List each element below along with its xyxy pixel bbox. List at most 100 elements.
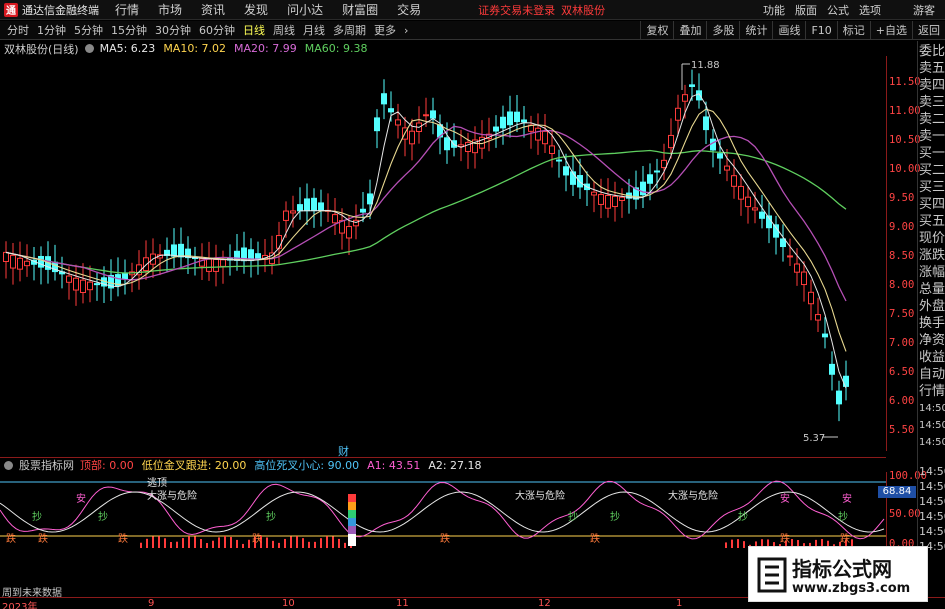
period-multi[interactable]: 多周期 [332, 22, 367, 38]
side-panel-item[interactable]: 买四 [919, 198, 945, 212]
login-status[interactable]: 证券交易未登录 [478, 2, 555, 18]
period-5min[interactable]: 5分钟 [73, 22, 104, 38]
side-panel-item[interactable]: 买一 [919, 147, 945, 161]
candle-body [360, 208, 366, 213]
candlestick-chart[interactable]: 11.88 5.37 [0, 56, 886, 451]
indicator-title[interactable]: 股票指标网 [19, 457, 74, 473]
indicator-settings-icon[interactable] [4, 460, 13, 470]
high-marker: 11.88 [681, 60, 720, 90]
high-price-label: 11.88 [691, 60, 720, 71]
menu-formula[interactable]: 公式 [827, 2, 849, 18]
candle-body [178, 243, 184, 258]
indicator-bar [320, 538, 322, 548]
side-panel-item[interactable]: 总量 [919, 283, 945, 297]
safe-signal-label: 安 [780, 492, 790, 505]
side-panel-item[interactable]: 卖四 [919, 79, 945, 93]
candle-body [703, 116, 709, 131]
side-panel-item[interactable]: 涨跌 [919, 249, 945, 263]
indicator-bar [188, 536, 190, 548]
signal-labels: 抄 抄 抄 抄 抄 抄 抄跌 跌 跌 跌 跌 跌 跌 跌 安 安 安 [6, 492, 852, 545]
indicator-bar [266, 537, 268, 548]
tool-overlay[interactable]: 叠加 [673, 21, 706, 40]
side-panel-item[interactable]: 买五 [919, 215, 945, 229]
side-panel-item[interactable]: 行情 [919, 385, 945, 399]
candle-body [80, 279, 86, 293]
tool-draw-line[interactable]: 画线 [772, 21, 805, 40]
chevron-right-icon[interactable]: › [403, 24, 409, 37]
period-timeshare[interactable]: 分时 [6, 22, 30, 38]
side-panel-item[interactable]: 外盘 [919, 300, 945, 314]
menu-item-news[interactable]: 资讯 [201, 1, 225, 18]
rise-danger-label: 大涨与危险 [668, 489, 718, 502]
indicator-header: 股票指标网 顶部: 0.00 低位金叉跟进: 20.00 高位死叉小心: 90.… [0, 457, 886, 472]
settings-circle-icon[interactable] [84, 44, 94, 53]
menu-function[interactable]: 功能 [763, 2, 785, 18]
menu-options[interactable]: 选项 [859, 2, 881, 18]
indicator-bar [737, 539, 739, 548]
period-60min[interactable]: 60分钟 [198, 22, 236, 38]
side-panel-item[interactable]: 14:50 [919, 419, 945, 433]
indicator-bar [332, 536, 334, 548]
period-daily[interactable]: 日线 [242, 22, 266, 38]
candle-body [759, 211, 765, 219]
side-panel-item[interactable]: 卖三 [919, 96, 945, 110]
side-panel-item[interactable]: 14:50 [919, 402, 945, 416]
candle-body [591, 191, 597, 196]
menu-layout[interactable]: 版面 [795, 2, 817, 18]
indicator-bar [218, 537, 220, 548]
candle-body [388, 108, 394, 113]
side-panel-item[interactable]: 涨幅 [919, 266, 945, 280]
period-weekly[interactable]: 周线 [272, 22, 296, 38]
period-monthly[interactable]: 月线 [302, 22, 326, 38]
candle-body [717, 153, 723, 159]
indicator-value-a2: A2: 27.18 [428, 458, 482, 472]
candle-body [815, 314, 821, 321]
side-panel-item[interactable]: 卖一 [919, 130, 945, 144]
stock-chart-title: 双林股份(日线) [4, 42, 79, 56]
candle-body [122, 273, 128, 280]
rise-danger-label: 大涨与危险 [515, 489, 565, 502]
candle-body [493, 126, 499, 132]
tool-statistics[interactable]: 统计 [739, 21, 772, 40]
side-panel-item[interactable]: 买三 [919, 181, 945, 195]
tool-multi-stock[interactable]: 多股 [706, 21, 739, 40]
price-tick: 6.00 [889, 395, 915, 407]
guest-user[interactable]: 游客 [913, 2, 935, 18]
ma60-label: MA60: 9.38 [304, 42, 368, 55]
side-panel-item[interactable]: 收益 [919, 351, 945, 365]
menu-item-market[interactable]: 市场 [158, 1, 182, 18]
side-panel-item[interactable]: 现价 [919, 232, 945, 246]
tool-mark[interactable]: 标记 [836, 21, 870, 40]
tool-f10[interactable]: F10 [805, 21, 836, 40]
menu-item-wealth[interactable]: 财富圈 [342, 1, 378, 18]
menu-item-quotes[interactable]: 行情 [115, 1, 139, 18]
side-panel-item[interactable]: 卖二 [919, 113, 945, 127]
period-more[interactable]: 更多 [373, 22, 397, 38]
side-panel-item[interactable]: 净资 [919, 334, 945, 348]
side-panel-item[interactable]: 自动 [919, 368, 945, 382]
side-panel-item[interactable]: 委比 [919, 45, 945, 59]
period-30min[interactable]: 30分钟 [154, 22, 192, 38]
side-panel-item[interactable]: 14:50 [919, 436, 945, 450]
side-panel-item[interactable]: 卖五 [919, 62, 945, 76]
period-15min[interactable]: 15分钟 [110, 22, 148, 38]
indicator-bar [725, 542, 727, 548]
indicator-chart[interactable]: 逃顶 大涨与危险 大涨与危险 大涨与危险 抄 抄 抄 抄 抄 抄 抄跌 跌 跌 跌 跌 跌 跌 跌 安 安 安 [0, 472, 886, 550]
time-tick-label: 1 [676, 598, 683, 609]
menu-item-ask[interactable]: 问小达 [287, 1, 323, 18]
menu-item-discover[interactable]: 发现 [244, 1, 268, 18]
tool-add-watchlist[interactable]: +自选 [869, 21, 912, 40]
menu-item-trade[interactable]: 交易 [397, 1, 421, 18]
candle-body [836, 390, 842, 405]
side-panel-item[interactable]: 买二 [919, 164, 945, 178]
period-1min[interactable]: 1分钟 [36, 22, 67, 38]
indicator-side-item: 14:50 [919, 495, 945, 508]
candle-body [304, 198, 310, 212]
side-panel-item[interactable]: 换手 [919, 317, 945, 331]
tool-adjust[interactable]: 复权 [640, 21, 673, 40]
a1-line [0, 480, 885, 540]
candle-body [668, 134, 674, 149]
indicator-bar [290, 536, 292, 548]
indicator-bar [272, 540, 274, 548]
tool-back[interactable]: 返回 [912, 21, 945, 40]
